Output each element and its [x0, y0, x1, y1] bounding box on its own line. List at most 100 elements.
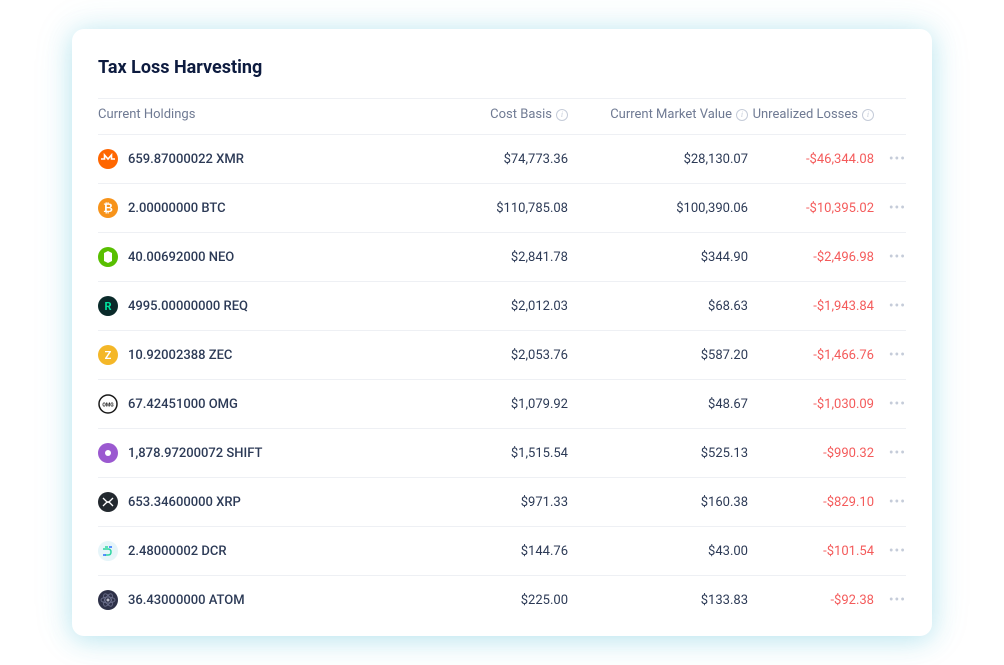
market-value-cell: $160.38 [568, 495, 748, 510]
more-icon[interactable]: ••• [889, 250, 906, 264]
market-value-cell: $68.63 [568, 299, 748, 314]
unrealized-loss-cell: -$829.10 [748, 495, 882, 510]
holdings-cell: 40.00692000 NEO [98, 247, 418, 267]
holding-amount: 10.92002388 ZEC [128, 348, 232, 363]
market-value-cell: $587.20 [568, 348, 748, 363]
holdings-cell: ₿ 2.00000000 BTC [98, 198, 418, 218]
cost-basis-cell: $225.00 [418, 593, 568, 608]
more-cell: ••• [882, 495, 906, 509]
more-icon[interactable]: ••• [889, 348, 906, 362]
holding-amount: 653.34600000 XRP [128, 495, 241, 510]
table-row: 659.87000022 XMR$74,773.36$28,130.07-$46… [98, 135, 906, 184]
holding-amount: 2.48000002 DCR [128, 544, 227, 559]
svg-text:R: R [104, 300, 111, 313]
tax-loss-card: Tax Loss Harvesting Current Holdings Cos… [72, 29, 932, 636]
header-market-value: Current Market Value i [568, 107, 748, 122]
market-value-cell: $48.67 [568, 397, 748, 412]
more-cell: ••• [882, 299, 906, 313]
holdings-cell: 659.87000022 XMR [98, 149, 418, 169]
holding-amount: 1,878.97200072 SHIFT [128, 446, 262, 461]
table-row: OMG 67.42451000 OMG $1,079.92$48.67-$1,030… [98, 380, 906, 429]
info-icon[interactable]: i [736, 109, 748, 121]
info-icon[interactable]: i [862, 109, 874, 121]
table-body: 659.87000022 XMR$74,773.36$28,130.07-$46… [98, 135, 906, 624]
header-market-value-label: Current Market Value [610, 107, 732, 122]
cost-basis-cell: $144.76 [418, 544, 568, 559]
cost-basis-cell: $971.33 [418, 495, 568, 510]
holdings-cell: 653.34600000 XRP [98, 492, 418, 512]
table-row: ₿ 2.00000000 BTC $110,785.08$100,390.06-$1… [98, 184, 906, 233]
holding-amount: 4995.00000000 REQ [128, 299, 248, 314]
unrealized-loss-cell: -$46,344.08 [748, 152, 882, 167]
req-icon: R [98, 296, 118, 316]
omg-icon: OMG [98, 394, 118, 414]
more-cell: ••• [882, 397, 906, 411]
holdings-cell: 1,878.97200072 SHIFT [98, 443, 418, 463]
more-cell: ••• [882, 152, 906, 166]
cost-basis-cell: $2,053.76 [418, 348, 568, 363]
more-cell: ••• [882, 446, 906, 460]
holding-amount: 2.00000000 BTC [128, 201, 226, 216]
market-value-cell: $28,130.07 [568, 152, 748, 167]
cost-basis-cell: $1,079.92 [418, 397, 568, 412]
table-row: 36.43000000 ATOM $225.00$133.83-$92.38 ••• [98, 576, 906, 624]
more-icon[interactable]: ••• [889, 397, 906, 411]
xmr-icon [98, 149, 118, 169]
table-header: Current Holdings Cost Basis i Current Ma… [98, 98, 906, 135]
more-icon[interactable]: ••• [889, 201, 906, 215]
info-icon[interactable]: i [556, 109, 568, 121]
holdings-cell: R 4995.00000000 REQ [98, 296, 418, 316]
unrealized-loss-cell: -$1,943.84 [748, 299, 882, 314]
holding-amount: 40.00692000 NEO [128, 250, 234, 265]
more-icon[interactable]: ••• [889, 299, 906, 313]
more-cell: ••• [882, 544, 906, 558]
svg-text:₿: ₿ [103, 201, 113, 215]
more-cell: ••• [882, 593, 906, 607]
market-value-cell: $43.00 [568, 544, 748, 559]
cost-basis-cell: $110,785.08 [418, 201, 568, 216]
market-value-cell: $100,390.06 [568, 201, 748, 216]
unrealized-loss-cell: -$2,496.98 [748, 250, 882, 265]
unrealized-loss-cell: -$1,466.76 [748, 348, 882, 363]
header-cost-basis-label: Cost Basis [490, 107, 552, 122]
atom-icon [98, 590, 118, 610]
cost-basis-cell: $1,515.54 [418, 446, 568, 461]
header-cost-basis: Cost Basis i [418, 107, 568, 122]
market-value-cell: $344.90 [568, 250, 748, 265]
table-row: 2.48000002 DCR $144.76$43.00-$101.54 ••• [98, 527, 906, 576]
more-cell: ••• [882, 250, 906, 264]
table-row: R 4995.00000000 REQ $2,012.03$68.63-$1,943… [98, 282, 906, 331]
more-cell: ••• [882, 348, 906, 362]
svg-text:Z: Z [105, 349, 112, 362]
shift-icon [98, 443, 118, 463]
zec-icon: Z [98, 345, 118, 365]
unrealized-loss-cell: -$990.32 [748, 446, 882, 461]
more-cell: ••• [882, 201, 906, 215]
table-row: 653.34600000 XRP $971.33$160.38-$829.10 ••… [98, 478, 906, 527]
header-unrealized-losses: Unrealized Losses i [748, 107, 882, 122]
table-row: 1,878.97200072 SHIFT $1,515.54$525.13-$99… [98, 429, 906, 478]
more-icon[interactable]: ••• [889, 152, 906, 166]
holdings-cell: 2.48000002 DCR [98, 541, 418, 561]
unrealized-loss-cell: -$101.54 [748, 544, 882, 559]
market-value-cell: $133.83 [568, 593, 748, 608]
header-holdings: Current Holdings [98, 107, 418, 122]
market-value-cell: $525.13 [568, 446, 748, 461]
holding-amount: 36.43000000 ATOM [128, 593, 245, 608]
xrp-icon [98, 492, 118, 512]
holdings-cell: Z 10.92002388 ZEC [98, 345, 418, 365]
unrealized-loss-cell: -$10,395.02 [748, 201, 882, 216]
card-title: Tax Loss Harvesting [98, 57, 906, 78]
unrealized-loss-cell: -$92.38 [748, 593, 882, 608]
holdings-cell: 36.43000000 ATOM [98, 590, 418, 610]
more-icon[interactable]: ••• [889, 544, 906, 558]
holdings-cell: OMG 67.42451000 OMG [98, 394, 418, 414]
svg-text:OMG: OMG [102, 403, 114, 409]
unrealized-loss-cell: -$1,030.09 [748, 397, 882, 412]
more-icon[interactable]: ••• [889, 593, 906, 607]
more-icon[interactable]: ••• [889, 495, 906, 509]
more-icon[interactable]: ••• [889, 446, 906, 460]
cost-basis-cell: $2,012.03 [418, 299, 568, 314]
holding-amount: 67.42451000 OMG [128, 397, 238, 412]
holding-amount: 659.87000022 XMR [128, 152, 244, 167]
